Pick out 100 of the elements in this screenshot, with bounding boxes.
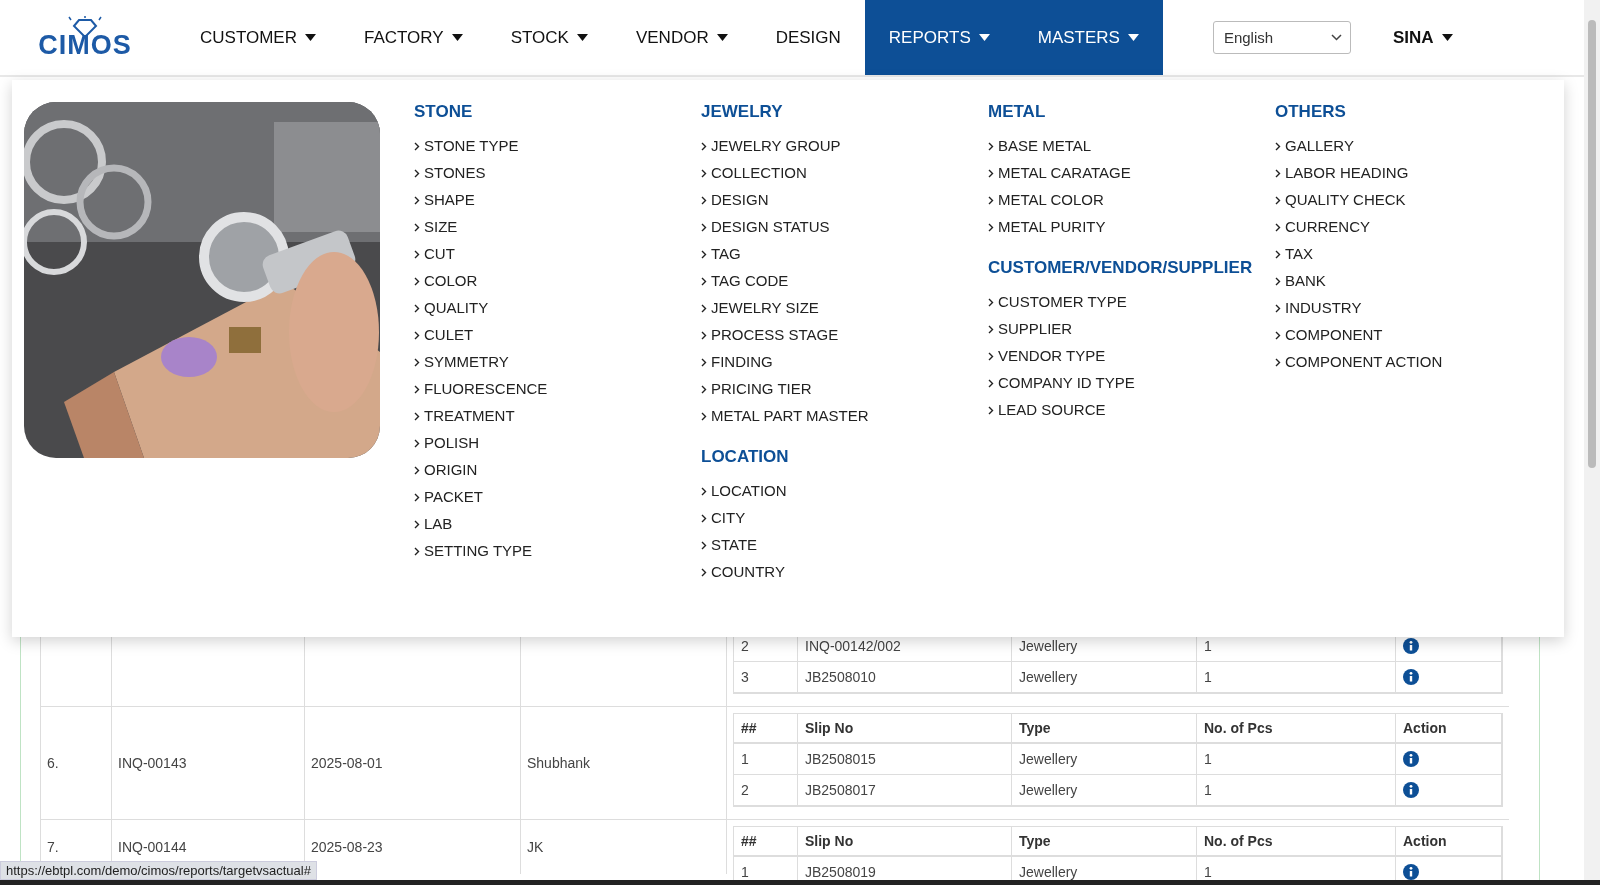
nav-item[interactable]: REPORTS bbox=[864, 0, 1014, 75]
chevron-right-icon bbox=[414, 223, 420, 232]
menu-item[interactable]: COMPONENT bbox=[1275, 326, 1562, 353]
menu-item[interactable]: JEWELRY SIZE bbox=[701, 299, 988, 326]
caret-icon bbox=[978, 34, 990, 41]
table-cell: Shubhank bbox=[521, 707, 727, 819]
table-cell: 1 bbox=[1197, 775, 1396, 806]
chevron-right-icon bbox=[988, 142, 994, 151]
menu-item[interactable]: DESIGN STATUS bbox=[701, 218, 988, 245]
menu-item[interactable]: TAG bbox=[701, 245, 988, 272]
chevron-right-icon bbox=[988, 298, 994, 307]
menu-item[interactable]: METAL COLOR bbox=[988, 191, 1275, 218]
chevron-right-icon bbox=[414, 250, 420, 259]
menu-item[interactable]: COMPONENT ACTION bbox=[1275, 353, 1562, 380]
column-header: No. of Pcs bbox=[1197, 827, 1396, 857]
menu-item[interactable]: CURRENCY bbox=[1275, 218, 1562, 245]
menu-item[interactable]: COUNTRY bbox=[701, 563, 988, 590]
menu-item[interactable]: METAL PART MASTER bbox=[701, 407, 988, 434]
table-cell: 1 bbox=[1197, 662, 1396, 693]
nav-item[interactable]: STOCK bbox=[486, 0, 612, 75]
chevron-right-icon bbox=[414, 277, 420, 286]
chevron-right-icon bbox=[1275, 250, 1281, 259]
column-header: Action bbox=[1396, 827, 1502, 857]
menu-item[interactable]: STONES bbox=[414, 164, 701, 191]
menu-item[interactable]: METAL CARATAGE bbox=[988, 164, 1275, 191]
menu-item[interactable]: STATE bbox=[701, 536, 988, 563]
info-icon[interactable] bbox=[1403, 782, 1419, 798]
menu-item[interactable]: ORIGIN bbox=[414, 461, 701, 488]
menu-item[interactable]: LAB bbox=[414, 515, 701, 542]
chevron-right-icon bbox=[414, 196, 420, 205]
section-heading: STONE bbox=[414, 102, 474, 123]
menu-item[interactable]: BASE METAL bbox=[988, 137, 1275, 164]
chevron-right-icon bbox=[414, 520, 420, 529]
menu-item[interactable]: PRICING TIER bbox=[701, 380, 988, 407]
table-cell: 1 bbox=[734, 744, 798, 775]
menu-item[interactable]: STONE TYPE bbox=[414, 137, 701, 164]
menu-item[interactable]: QUALITY bbox=[414, 299, 701, 326]
info-icon[interactable] bbox=[1403, 669, 1419, 685]
section-heading: CUSTOMER/VENDOR/SUPPLIER bbox=[988, 258, 1254, 279]
chevron-right-icon bbox=[414, 547, 420, 556]
menu-item[interactable]: FINDING bbox=[701, 353, 988, 380]
menu-item[interactable]: SUPPLIER bbox=[988, 320, 1275, 347]
scrollbar[interactable] bbox=[1584, 0, 1600, 880]
menu-item[interactable]: SIZE bbox=[414, 218, 701, 245]
section-heading: METAL bbox=[988, 102, 1047, 123]
chevron-right-icon bbox=[701, 250, 707, 259]
chevron-right-icon bbox=[988, 223, 994, 232]
menu-item[interactable]: BANK bbox=[1275, 272, 1562, 299]
menu-item[interactable]: TAG CODE bbox=[701, 272, 988, 299]
column-header: No. of Pcs bbox=[1197, 714, 1396, 744]
language-select[interactable]: English bbox=[1212, 21, 1351, 54]
menu-item[interactable]: TAX bbox=[1275, 245, 1562, 272]
table-cell: JB2508015 bbox=[798, 744, 1012, 775]
menu-item[interactable]: CITY bbox=[701, 509, 988, 536]
menu-item[interactable]: LEAD SOURCE bbox=[988, 401, 1275, 428]
menu-item[interactable]: COMPANY ID TYPE bbox=[988, 374, 1275, 401]
chevron-right-icon bbox=[414, 142, 420, 151]
chevron-right-icon bbox=[414, 385, 420, 394]
nav-item[interactable]: VENDOR bbox=[611, 0, 752, 75]
menu-item[interactable]: TREATMENT bbox=[414, 407, 701, 434]
nav-item[interactable]: FACTORY bbox=[340, 0, 487, 75]
logo[interactable]: CIMOS bbox=[38, 32, 132, 59]
menu-item[interactable]: VENDOR TYPE bbox=[988, 347, 1275, 374]
menu-item[interactable]: QUALITY CHECK bbox=[1275, 191, 1562, 218]
menu-item[interactable]: CUT bbox=[414, 245, 701, 272]
menu-item[interactable]: FLUORESCENCE bbox=[414, 380, 701, 407]
menu-item[interactable]: SYMMETRY bbox=[414, 353, 701, 380]
menu-item[interactable]: DESIGN bbox=[701, 191, 988, 218]
menu-item[interactable]: PROCESS STAGE bbox=[701, 326, 988, 353]
column-header: Slip No bbox=[798, 714, 1012, 744]
chevron-right-icon bbox=[1275, 169, 1281, 178]
menu-item[interactable]: LOCATION bbox=[701, 482, 988, 509]
menu-item[interactable]: PACKET bbox=[414, 488, 701, 515]
menu-item[interactable]: GALLERY bbox=[1275, 137, 1562, 164]
menu-item[interactable]: COLOR bbox=[414, 272, 701, 299]
table-cell: JB2508010 bbox=[798, 662, 1012, 693]
menu-item[interactable]: JEWELRY GROUP bbox=[701, 137, 988, 164]
nav-item[interactable]: DESIGN bbox=[751, 0, 865, 75]
nav-item[interactable]: MASTERS bbox=[1013, 0, 1163, 75]
column-header: Slip No bbox=[798, 827, 1012, 857]
table-cell: 3 bbox=[734, 662, 798, 693]
chevron-right-icon bbox=[701, 277, 707, 286]
menu-item[interactable]: METAL PURITY bbox=[988, 218, 1275, 245]
menu-item[interactable]: POLISH bbox=[414, 434, 701, 461]
table-cell: Jewellery bbox=[1012, 744, 1197, 775]
menu-item[interactable]: SHAPE bbox=[414, 191, 701, 218]
menu-item[interactable]: SETTING TYPE bbox=[414, 542, 701, 569]
nav-item[interactable]: CUSTOMER bbox=[176, 0, 340, 75]
chevron-right-icon bbox=[701, 358, 707, 367]
info-icon[interactable] bbox=[1403, 864, 1419, 880]
menu-item[interactable]: CULET bbox=[414, 326, 701, 353]
menu-item[interactable]: COLLECTION bbox=[701, 164, 988, 191]
chevron-right-icon bbox=[414, 493, 420, 502]
menu-item[interactable]: CUSTOMER TYPE bbox=[988, 293, 1275, 320]
user-menu[interactable]: SINA bbox=[1392, 27, 1453, 48]
menu-item[interactable]: INDUSTRY bbox=[1275, 299, 1562, 326]
info-icon[interactable] bbox=[1403, 638, 1419, 654]
menu-item[interactable]: LABOR HEADING bbox=[1275, 164, 1562, 191]
info-icon[interactable] bbox=[1403, 751, 1419, 767]
table-cell: Jewellery bbox=[1012, 775, 1197, 806]
